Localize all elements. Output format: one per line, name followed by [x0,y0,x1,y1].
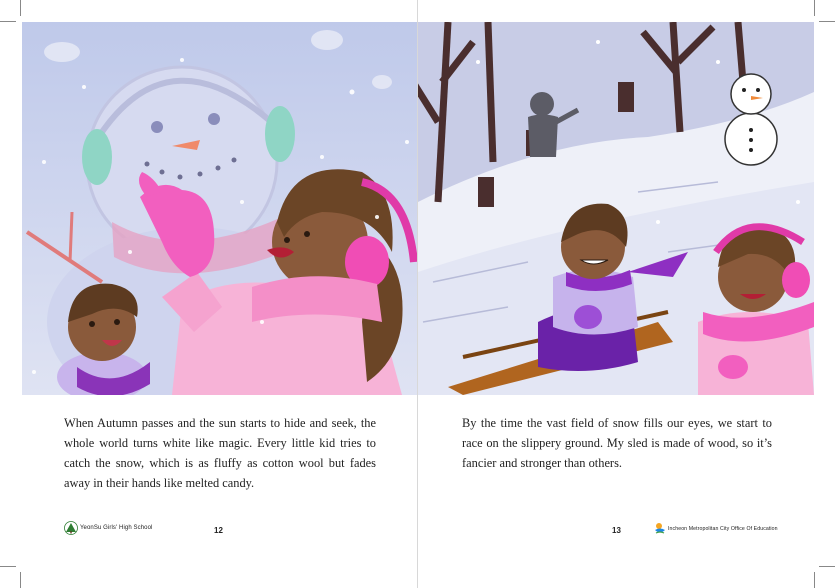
snowman-kids-illustration [22,22,417,395]
story-paragraph-left: When Autumn passes and the sun starts to… [64,416,376,490]
footer-office-name: Incheon Metropolitan City Office Of Educ… [668,526,778,532]
crop-mark [20,572,21,588]
crop-mark [20,0,21,16]
crop-mark [814,572,815,588]
crop-mark [819,21,835,22]
story-paragraph-right: By the time the vast field of snow fills… [462,416,772,470]
crop-mark [0,566,16,567]
crop-mark [0,21,16,22]
crop-mark [814,0,815,16]
education-office-logo-icon [654,522,666,536]
page-number-right: 13 [612,526,621,535]
footer-school-name: YeonSu Girls' High School [80,525,153,531]
tree-logo-icon [64,521,78,535]
crop-mark [819,566,835,567]
sledding-kids-illustration [418,22,814,395]
page-number-left: 12 [214,526,223,535]
